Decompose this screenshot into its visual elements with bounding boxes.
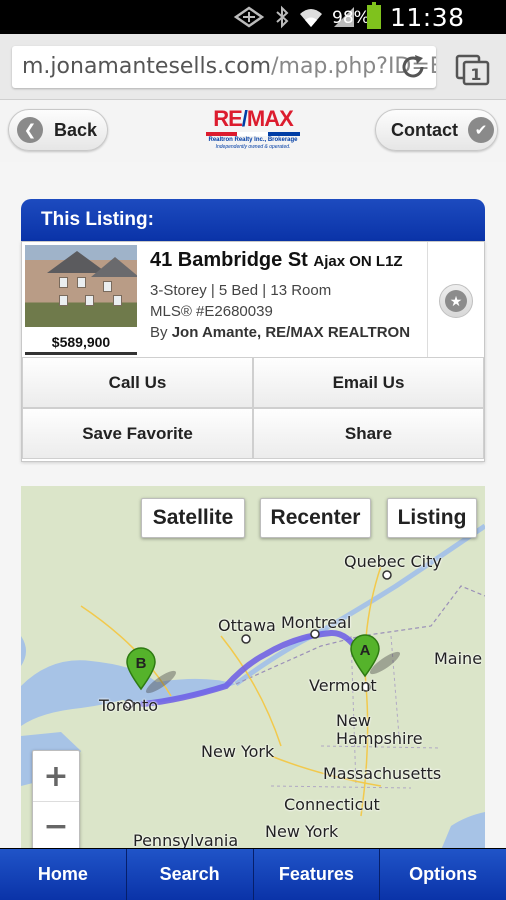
app-header: ❮ Back RE/MAX Realtron Realty Inc., Brok… [0, 100, 506, 162]
tabs-icon: 1 [455, 54, 490, 86]
favorite-button[interactable]: ★ [439, 284, 473, 318]
label-connecticut: Connecticut [284, 795, 380, 814]
remax-logo: RE/MAX Realtron Realty Inc., Brokerage I… [206, 107, 300, 150]
star-icon: ★ [445, 290, 467, 312]
logo-re: RE [213, 106, 243, 131]
bluetooth-icon [276, 5, 289, 29]
url-host: m.jonamantesells.com [22, 54, 272, 79]
logo-brokerage: Realtron Realty Inc., Brokerage [208, 137, 298, 143]
route-map[interactable]: B A Quebec City Ottawa Montreal Maine Ve… [21, 486, 485, 850]
listing-address: 41 Bambridge St Ajax ON L1Z [150, 249, 403, 272]
label-maine: Maine [434, 649, 483, 668]
label-new-york-state: New York [201, 742, 275, 761]
favorite-column: ★ [427, 242, 484, 357]
label-new-york-city: New York [265, 822, 339, 841]
listing-details: 3-Storey | 5 Bed | 13 Room [150, 282, 332, 299]
bottom-navigation: Home Search Features Options [0, 848, 506, 900]
listing-street: 41 Bambridge St [150, 249, 308, 271]
browser-toolbar: m.jonamantesells.com/map.php?ID=E2 1 [0, 34, 506, 100]
nav-options[interactable]: Options [380, 849, 506, 900]
marker-b-label: B [136, 655, 147, 672]
label-new-hampshire: New Hampshire [336, 711, 423, 748]
label-quebec-city: Quebec City [344, 552, 442, 571]
zoom-control: + − [32, 750, 80, 850]
listing-mls: MLS® #E2680039 [150, 303, 273, 320]
checkmark-icon: ✔ [468, 117, 494, 143]
logo-tagline: Independently owned & operated. [215, 144, 291, 150]
tabs-button[interactable]: 1 [455, 54, 491, 86]
listing-card: This Listing: $589,900 41 Bambridge St A… [21, 199, 485, 462]
sync-icon [233, 6, 265, 28]
nav-features[interactable]: Features [253, 849, 381, 900]
listing-price: $589,900 [25, 328, 137, 355]
call-us-button[interactable]: Call Us [22, 357, 253, 408]
nav-search[interactable]: Search [126, 849, 254, 900]
reload-icon[interactable] [398, 52, 428, 82]
save-favorite-button[interactable]: Save Favorite [22, 408, 253, 459]
address-bar[interactable]: m.jonamantesells.com/map.php?ID=E2 [12, 46, 436, 88]
listing-section-title: This Listing: [21, 199, 485, 241]
wifi-icon [300, 9, 322, 27]
listing-body: $589,900 41 Bambridge St Ajax ON L1Z 3-S… [21, 241, 485, 462]
label-toronto: Toronto [99, 696, 159, 715]
logo-max: MAX [246, 106, 294, 131]
agent-prefix: By [150, 324, 168, 341]
status-bar: 98% 11:38 AM [0, 0, 506, 61]
listing-photo[interactable]: $589,900 [25, 245, 137, 355]
contact-button[interactable]: Contact ✔ [375, 109, 498, 151]
marker-a-label: A [360, 642, 371, 659]
nav-home[interactable]: Home [0, 849, 127, 900]
map-canvas: B A [21, 523, 485, 850]
zoom-in-button[interactable]: + [33, 751, 79, 801]
house-image [25, 245, 137, 327]
label-vermont: Vermont [309, 676, 377, 695]
back-label: Back [54, 119, 98, 140]
battery-percent: 98% [332, 8, 370, 28]
label-montreal: Montreal [281, 613, 352, 632]
listing-city: Ajax ON L1Z [313, 253, 403, 270]
battery-charging-icon [367, 2, 381, 29]
share-button[interactable]: Share [253, 408, 484, 459]
recenter-button[interactable]: Recenter [260, 498, 371, 538]
listing-button[interactable]: Listing [387, 498, 477, 538]
arrow-left-icon: ❮ [17, 117, 43, 143]
agent-name: Jon Amante, RE/MAX REALTRON [171, 324, 411, 341]
satellite-button[interactable]: Satellite [141, 498, 245, 538]
listing-agent: By Jon Amante, RE/MAX REALTRON [150, 324, 410, 341]
label-massachusetts: Massachusetts [323, 764, 442, 783]
tab-count: 1 [470, 65, 481, 84]
zoom-out-button[interactable]: − [33, 801, 79, 850]
label-ottawa: Ottawa [218, 616, 276, 635]
email-us-button[interactable]: Email Us [253, 357, 484, 408]
back-button[interactable]: ❮ Back [8, 109, 108, 151]
contact-label: Contact [391, 119, 458, 140]
url-text[interactable]: m.jonamantesells.com/map.php?ID=E2 [22, 54, 436, 79]
